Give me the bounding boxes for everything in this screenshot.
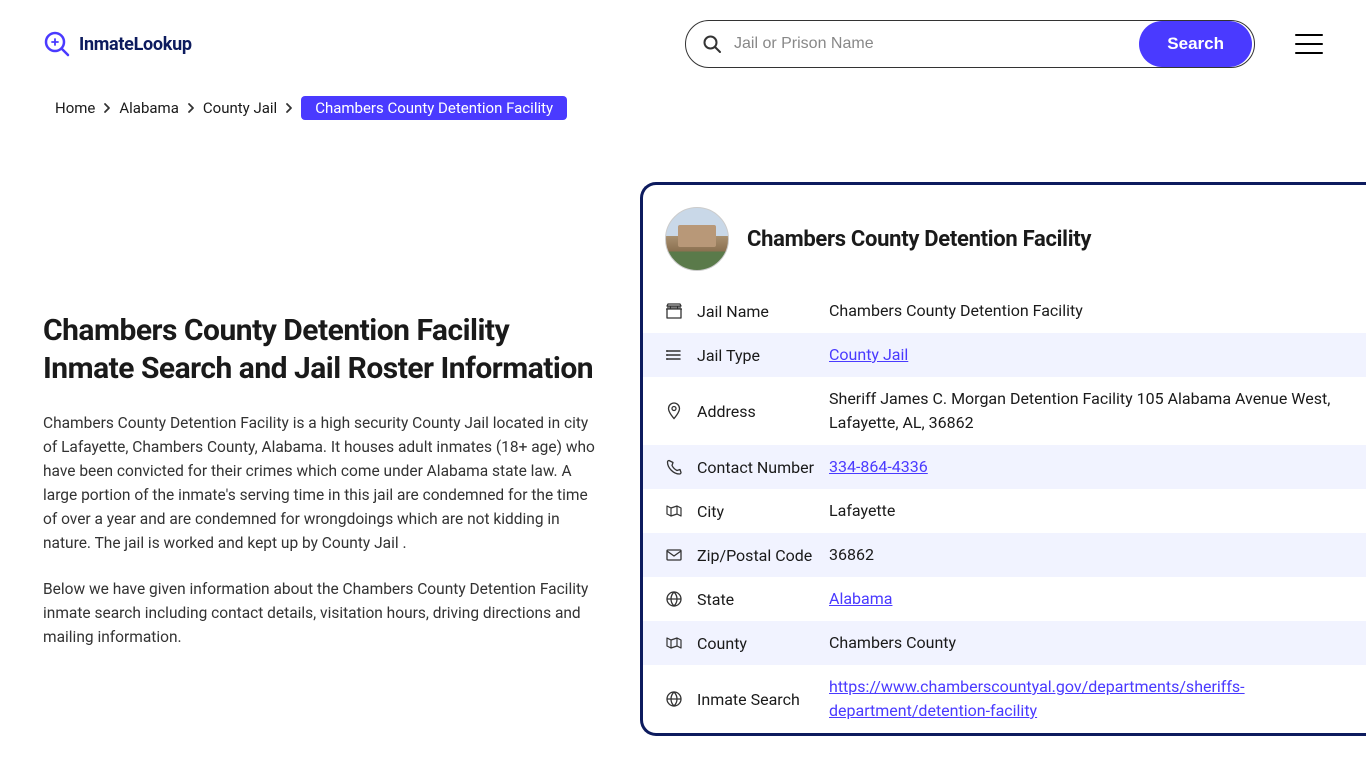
breadcrumb-current: Chambers County Detention Facility [301,96,567,120]
info-row: Inmate Search https://www.chamberscountya… [643,665,1366,733]
row-value[interactable]: https://www.chamberscountyal.gov/departm… [829,675,1344,723]
breadcrumb-state[interactable]: Alabama [119,99,179,117]
row-label: City [697,502,815,521]
row-value: Sheriff James C. Morgan Detention Facili… [829,387,1344,435]
row-value[interactable]: County Jail [829,343,908,367]
row-icon [665,634,683,652]
paragraph-1: Chambers County Detention Facility is a … [43,411,600,555]
right-column: Chambers County Detention Facility Jail … [640,172,1366,736]
row-label: Address [697,402,815,421]
card-header: Chambers County Detention Facility [643,185,1366,289]
logo[interactable]: InmateLookup [43,30,192,58]
info-row: Jail Type County Jail [643,333,1366,377]
logo-text: InmateLookup [79,34,192,55]
row-icon [665,458,683,476]
breadcrumb-type[interactable]: County Jail [203,99,277,117]
header: InmateLookup Search [0,0,1366,88]
row-value: Lafayette [829,499,895,523]
row-label: Zip/Postal Code [697,546,815,565]
search-input[interactable] [722,21,1137,67]
info-row: County Chambers County [643,621,1366,665]
page-title: Chambers County Detention Facility Inmat… [43,312,600,387]
row-label: Contact Number [697,458,815,477]
info-row: State Alabama [643,577,1366,621]
breadcrumb: Home Alabama County Jail Chambers County… [0,88,1366,132]
info-row: Address Sheriff James C. Morgan Detention… [643,377,1366,445]
row-icon [665,590,683,608]
info-row: Jail Name Chambers County Detention Facil… [643,289,1366,333]
breadcrumb-home[interactable]: Home [55,99,95,117]
search-form: Search [685,20,1255,68]
header-right: Search [685,20,1323,68]
chevron-right-icon [101,102,113,114]
search-icon [702,34,722,54]
chevron-right-icon [185,102,197,114]
row-icon [665,402,683,420]
info-card: Chambers County Detention Facility Jail … [640,182,1366,736]
search-button[interactable]: Search [1139,21,1252,67]
row-icon [665,502,683,520]
left-column: Chambers County Detention Facility Inmat… [0,172,600,736]
row-icon [665,690,683,708]
row-label: Jail Name [697,302,815,321]
main-content: Chambers County Detention Facility Inmat… [0,172,1366,736]
row-label: Inmate Search [697,690,815,709]
info-row: Zip/Postal Code 36862 [643,533,1366,577]
logo-icon [43,30,71,58]
row-label: State [697,590,815,609]
row-label: Jail Type [697,346,815,365]
row-icon [665,346,683,364]
card-title: Chambers County Detention Facility [747,227,1091,252]
info-row: Contact Number 334-864-4336 [643,445,1366,489]
row-icon [665,546,683,564]
row-label: County [697,634,815,653]
row-icon [665,302,683,320]
row-value: 36862 [829,543,874,567]
row-value[interactable]: Alabama [829,587,892,611]
menu-icon[interactable] [1295,34,1323,54]
row-value: Chambers County Detention Facility [829,299,1083,323]
row-value: Chambers County [829,631,956,655]
row-value[interactable]: 334-864-4336 [829,455,928,479]
facility-avatar [665,207,729,271]
chevron-right-icon [283,102,295,114]
paragraph-2: Below we have given information about th… [43,577,600,649]
info-row: City Lafayette [643,489,1366,533]
